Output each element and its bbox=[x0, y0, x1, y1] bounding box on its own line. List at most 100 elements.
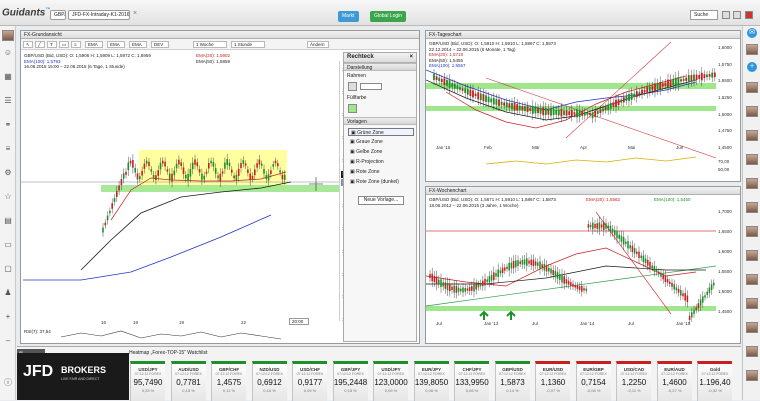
list-icon[interactable]: ☰ bbox=[2, 96, 14, 106]
grid-icon[interactable]: ▤ bbox=[2, 216, 14, 226]
link-icon[interactable]: ⚭ bbox=[2, 120, 14, 130]
minus-icon[interactable]: – bbox=[2, 336, 14, 346]
candle-body bbox=[249, 173, 252, 181]
contact-avatar-13[interactable] bbox=[746, 346, 758, 357]
star-icon[interactable]: ☆ bbox=[2, 192, 14, 202]
contact-avatar-14[interactable] bbox=[746, 370, 758, 381]
daily-price-chart[interactable] bbox=[426, 40, 716, 180]
add-contact-icon[interactable]: + bbox=[747, 62, 757, 72]
weekly-chart-title: FX-Wochenchart bbox=[429, 188, 467, 194]
line-tool-icon[interactable]: ╱ bbox=[35, 41, 45, 48]
candle-body bbox=[704, 295, 706, 298]
ticker-item-gbpchf[interactable]: GBP/CHF 07:12:12 FOREX 1,4575 0,11 % bbox=[211, 361, 246, 401]
plus-icon[interactable]: + bbox=[2, 312, 14, 322]
settings-icon[interactable] bbox=[733, 11, 741, 19]
contact-avatar-5[interactable] bbox=[746, 154, 758, 165]
menu-icon[interactable] bbox=[722, 11, 730, 19]
gear-icon[interactable]: ⚙ bbox=[2, 168, 14, 178]
candle-body bbox=[256, 163, 258, 168]
ticker-item-eurgbp[interactable]: EUR/GBP 07:12:12 FOREX 0,7154 -0,08 % bbox=[575, 361, 611, 401]
tab-intraday[interactable]: JFD-FX-Intraday-K1-2016 bbox=[68, 10, 130, 20]
chart-icon[interactable]: ▦ bbox=[2, 72, 14, 82]
candle-body bbox=[557, 109, 560, 116]
candle-body bbox=[122, 173, 125, 179]
ticker-change: 0,14 % bbox=[506, 388, 519, 393]
ticker-item-gbpusd[interactable]: GBP/USD 07:12:12 FOREX 1,5873 0,14 % bbox=[494, 361, 530, 401]
stack-icon[interactable]: ≡ bbox=[2, 144, 14, 154]
cursor-tool-icon[interactable]: ↖ bbox=[23, 41, 33, 48]
contact-avatar-8[interactable] bbox=[746, 226, 758, 237]
frame-style-select[interactable] bbox=[360, 83, 382, 90]
ticker-item-euraud[interactable]: EUR/AUD 07:12:12 FOREX 1,4600 -0,27 % bbox=[656, 361, 692, 401]
rect-tool-icon[interactable]: ▭ bbox=[59, 41, 69, 48]
frame-color-swatch[interactable] bbox=[348, 82, 357, 91]
ticker-item-usdchf[interactable]: USD/CHF 07:12:12 FOREX 0,9177 0,09 % bbox=[292, 361, 327, 401]
contact-avatar-9[interactable] bbox=[746, 250, 758, 261]
person-icon[interactable]: ♟ bbox=[2, 288, 14, 298]
template-red-zone[interactable]: ▣ Rote Zone bbox=[348, 168, 414, 176]
ticker-item-gbpjpy[interactable]: GBP/JPY 07:12:12 FOREX 195,2448 0,18 % bbox=[332, 361, 368, 401]
candle-body bbox=[233, 175, 235, 179]
period-week-select[interactable]: 1 Woche bbox=[193, 41, 227, 48]
edit-button[interactable]: Ändern bbox=[307, 41, 329, 48]
template-green-zone[interactable]: ▣ Grüne Zone bbox=[348, 128, 414, 136]
ticker-item-gold[interactable]: Gold 07:12:12 FOREX 1.196,40 -0,32 % bbox=[697, 361, 732, 401]
ticker-item-usdjpy[interactable]: USD/JPY 07:12:12 FOREX 95,7490 0,33 % bbox=[130, 361, 165, 401]
ticker-item-eurusd[interactable]: EUR/USD 07:12:12 FOREX 1,1360 -0,07 % bbox=[535, 361, 570, 401]
ticker-item-eurjpy[interactable]: EUR/JPY 07:12:12 FOREX 139,8050 0,08 % bbox=[413, 361, 449, 401]
period-hour-select[interactable]: 1 Stunde bbox=[231, 41, 265, 48]
notification-icon[interactable] bbox=[745, 11, 753, 19]
contact-avatar-2[interactable] bbox=[746, 82, 758, 93]
candle-body bbox=[473, 283, 475, 292]
ticker-item-usdcad[interactable]: USD/CAD 07:12:12 FOREX 1,2250 -0,11 % bbox=[616, 361, 651, 401]
contact-avatar-12[interactable] bbox=[746, 322, 758, 333]
section-templates[interactable]: Vorlagen bbox=[344, 117, 416, 125]
indicator-button-1[interactable]: EMA bbox=[85, 41, 103, 48]
user-avatar[interactable] bbox=[2, 30, 14, 41]
ticker-item-nzdusd[interactable]: NZD/USD 07:12:12 FOREX 0,6912 0,16 % bbox=[251, 361, 287, 401]
indicator-button-4[interactable]: DEV bbox=[151, 41, 169, 48]
contact-avatar-1[interactable] bbox=[746, 44, 758, 55]
new-template-button[interactable]: Neue Vorlage... bbox=[358, 196, 404, 205]
contact-avatar-10[interactable] bbox=[746, 274, 758, 285]
green-zone[interactable] bbox=[101, 185, 339, 192]
info-icon[interactable]: ⓘ bbox=[2, 378, 14, 388]
candle-body bbox=[493, 272, 495, 281]
template-r-projection[interactable]: ▣ R-Projection bbox=[348, 158, 414, 166]
add-tab-icon[interactable]: × bbox=[133, 10, 141, 18]
monitor-icon[interactable]: ▭ bbox=[2, 240, 14, 250]
search-field[interactable]: Suche bbox=[690, 10, 718, 20]
indicator-button-2[interactable]: EMA bbox=[107, 41, 125, 48]
market-button[interactable]: Markt bbox=[338, 11, 359, 22]
chat-icon[interactable]: ✉ bbox=[747, 28, 757, 38]
logo-text: Guidants bbox=[2, 7, 46, 19]
tab-gbpusd[interactable]: GBP/USD bbox=[50, 10, 66, 20]
contact-avatar-6[interactable] bbox=[746, 178, 758, 189]
main-price-chart[interactable] bbox=[21, 50, 339, 325]
template-yellow-zone[interactable]: ▣ Gelbe Zone bbox=[348, 148, 414, 156]
text-tool-icon[interactable]: T bbox=[47, 41, 57, 48]
folder-icon[interactable]: ▢ bbox=[2, 264, 14, 274]
candle-body bbox=[217, 175, 219, 179]
contact-avatar-7[interactable] bbox=[746, 202, 758, 213]
ticker-item-audusd[interactable]: AUD/USD 07:12:12 FOREX 0,7781 0,15 % bbox=[170, 361, 206, 401]
fib-tool-icon[interactable]: ≡ bbox=[71, 41, 81, 48]
fill-color-swatch[interactable] bbox=[348, 104, 357, 113]
jfd-brokers-logo[interactable]: JFD BROKERS LIVE FAIR AND DIRECT bbox=[17, 353, 129, 400]
contact-avatar-3[interactable] bbox=[746, 106, 758, 117]
candle-body bbox=[545, 265, 548, 272]
users-icon[interactable]: ☺ bbox=[2, 48, 14, 58]
guidants-logo[interactable]: Guidants™ bbox=[2, 7, 50, 18]
template-red-zone-dark[interactable]: ▣ Rote Zone (dunkel) bbox=[348, 178, 414, 186]
contact-avatar-11[interactable] bbox=[746, 298, 758, 309]
contact-avatar-4[interactable] bbox=[746, 130, 758, 141]
template-gray-zone[interactable]: ▣ Graue Zone bbox=[348, 138, 414, 146]
y-axis-line bbox=[339, 61, 340, 321]
section-display[interactable]: Darstellung bbox=[344, 63, 416, 71]
login-button[interactable]: Global Login bbox=[370, 11, 407, 22]
weekly-price-chart[interactable] bbox=[426, 196, 716, 336]
indicator-button-3[interactable]: EMA bbox=[129, 41, 147, 48]
ticker-item-chfjpy[interactable]: CHF/JPY 07:12:12 FOREX 133,9950 0,08 % bbox=[454, 361, 489, 401]
ticker-item-usdjpy[interactable]: USD/JPY 07:12:12 FOREX 123,0000 0,05 % bbox=[373, 361, 408, 401]
close-icon[interactable]: × bbox=[409, 54, 413, 60]
